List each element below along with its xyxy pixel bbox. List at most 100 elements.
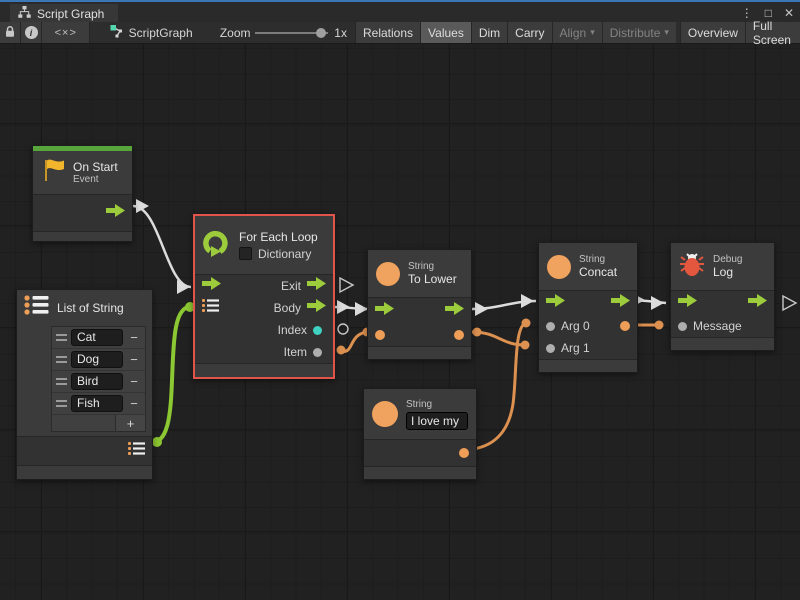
flow-output-port[interactable] xyxy=(445,302,464,320)
zoom-slider[interactable] xyxy=(255,32,329,34)
flow-input-port[interactable] xyxy=(202,277,221,295)
string-input-port[interactable] xyxy=(375,330,385,340)
item-output-port[interactable] xyxy=(313,348,322,357)
remove-item-button[interactable]: − xyxy=(127,330,141,345)
wire-list-to-foreach[interactable] xyxy=(153,307,190,442)
node-subtitle: Event xyxy=(73,174,118,185)
flow-output-port[interactable] xyxy=(106,204,125,222)
list-item-value[interactable]: Fish xyxy=(71,395,123,412)
node-title: Log xyxy=(713,265,742,279)
exit-port-label: Exit xyxy=(281,279,301,293)
node-footer xyxy=(539,360,637,372)
dictionary-checkbox-label: Dictionary xyxy=(258,247,311,261)
index-port-unconnected-icon[interactable] xyxy=(338,324,348,334)
flow-input-port[interactable] xyxy=(546,294,565,312)
toggle-carry[interactable]: Carry xyxy=(507,22,551,43)
list-item-row[interactable]: Cat − xyxy=(52,327,145,349)
list-item-row[interactable]: Dog − xyxy=(52,349,145,371)
node-footer xyxy=(17,466,152,479)
wire-body-to-tolower[interactable] xyxy=(335,307,369,309)
list-item-value[interactable]: Dog xyxy=(71,351,123,368)
drag-handle-icon[interactable] xyxy=(56,334,67,341)
remove-item-button[interactable]: − xyxy=(127,374,141,389)
graph-toolbar: i <×> ScriptGraph Zoom 1x Relations Valu… xyxy=(0,22,800,44)
window-menu-icon[interactable]: ⋮ xyxy=(741,5,753,21)
toggle-values[interactable]: Values xyxy=(420,22,471,43)
chevron-down-icon: ▾ xyxy=(590,27,595,38)
wire-onstart-to-foreach[interactable] xyxy=(133,206,191,287)
graph-canvas[interactable]: On Start Event List of String Cat − xyxy=(0,44,800,600)
remove-item-button[interactable]: − xyxy=(127,352,141,367)
body-flow-output-port[interactable] xyxy=(307,299,326,317)
list-output-port[interactable] xyxy=(128,442,145,460)
flow-input-port[interactable] xyxy=(678,294,697,312)
flow-input-port[interactable] xyxy=(375,302,394,320)
list-item-row[interactable]: Bird − xyxy=(52,371,145,393)
list-item-value[interactable]: Cat xyxy=(71,329,123,346)
list-item-row[interactable]: Fish − xyxy=(52,393,145,415)
node-footer xyxy=(33,232,132,241)
graph-breadcrumb[interactable]: ScriptGraph xyxy=(102,22,201,43)
wire-endpoint xyxy=(152,437,162,447)
drag-handle-icon[interactable] xyxy=(56,400,67,407)
string-value-input[interactable] xyxy=(406,412,468,430)
node-footer xyxy=(671,338,774,350)
node-title: On Start xyxy=(73,160,118,174)
tab-label: Script Graph xyxy=(37,7,104,21)
node-debug-log[interactable]: Debug Log Message xyxy=(670,242,775,351)
list-item-value[interactable]: Bird xyxy=(71,373,123,390)
arg0-input-port[interactable] xyxy=(546,322,555,331)
tab-script-graph[interactable]: Script Graph xyxy=(10,4,118,24)
inspect-button[interactable]: i xyxy=(21,22,42,43)
wire-item-to-tolower[interactable] xyxy=(338,332,370,352)
exit-flow-output-port[interactable] xyxy=(307,277,326,295)
node-title: For Each Loop xyxy=(239,230,318,244)
lock-button[interactable] xyxy=(0,22,21,43)
fullscreen-button[interactable]: Full Screen xyxy=(745,22,800,43)
result-output-port[interactable] xyxy=(620,321,630,331)
loop-icon xyxy=(203,229,231,262)
flow-direction-arrow xyxy=(521,294,534,308)
wire-tolower-to-arg1[interactable] xyxy=(472,332,525,345)
node-footer xyxy=(364,467,476,479)
node-kind: String xyxy=(406,399,468,410)
exit-port-unconnected-icon[interactable] xyxy=(340,278,353,292)
node-title: Concat xyxy=(579,265,617,279)
toggle-relations[interactable]: Relations xyxy=(355,22,420,43)
add-item-button[interactable]: + xyxy=(115,415,145,431)
align-dropdown[interactable]: Align ▾ xyxy=(552,22,602,43)
drag-handle-icon[interactable] xyxy=(56,356,67,363)
arg1-input-port[interactable] xyxy=(546,344,555,353)
edit-graph-button[interactable]: <×> xyxy=(42,22,90,43)
flow-output-port[interactable] xyxy=(748,294,767,312)
node-to-lower[interactable]: String To Lower xyxy=(367,249,472,360)
string-output-port[interactable] xyxy=(459,448,469,458)
string-output-port[interactable] xyxy=(454,330,464,340)
node-string-literal[interactable]: String xyxy=(363,388,477,480)
node-for-each-loop[interactable]: For Each Loop Dictionary Exit Body xyxy=(193,214,335,379)
list-icon xyxy=(24,295,49,320)
node-concat[interactable]: String Concat Arg 0 Arg 1 xyxy=(538,242,638,373)
graph-hierarchy-icon xyxy=(18,5,31,23)
remove-item-button[interactable]: − xyxy=(127,396,141,411)
dictionary-checkbox[interactable] xyxy=(239,247,252,260)
index-output-port[interactable] xyxy=(313,326,322,335)
lock-icon xyxy=(4,25,16,41)
zoom-slider-knob[interactable] xyxy=(316,28,326,38)
node-on-start[interactable]: On Start Event xyxy=(32,145,133,242)
string-type-icon xyxy=(372,401,398,427)
distribute-dropdown[interactable]: Distribute ▾ xyxy=(602,22,676,43)
string-list-editor: Cat − Dog − Bird − Fish − + xyxy=(51,326,146,432)
toggle-dim[interactable]: Dim xyxy=(471,22,507,43)
wire-endpoint xyxy=(521,341,530,350)
message-label: Message xyxy=(693,319,742,333)
wire-tolower-to-concat[interactable] xyxy=(472,301,536,309)
script-graph-icon xyxy=(110,24,124,41)
node-list-of-string[interactable]: List of String Cat − Dog − Bird − Fish − xyxy=(16,289,153,480)
message-input-port[interactable] xyxy=(678,322,687,331)
list-input-port[interactable] xyxy=(202,299,219,317)
flow-output-port[interactable] xyxy=(611,294,630,312)
log-exit-unconnected-icon[interactable] xyxy=(783,296,796,310)
overview-button[interactable]: Overview xyxy=(680,22,745,43)
drag-handle-icon[interactable] xyxy=(56,378,67,385)
